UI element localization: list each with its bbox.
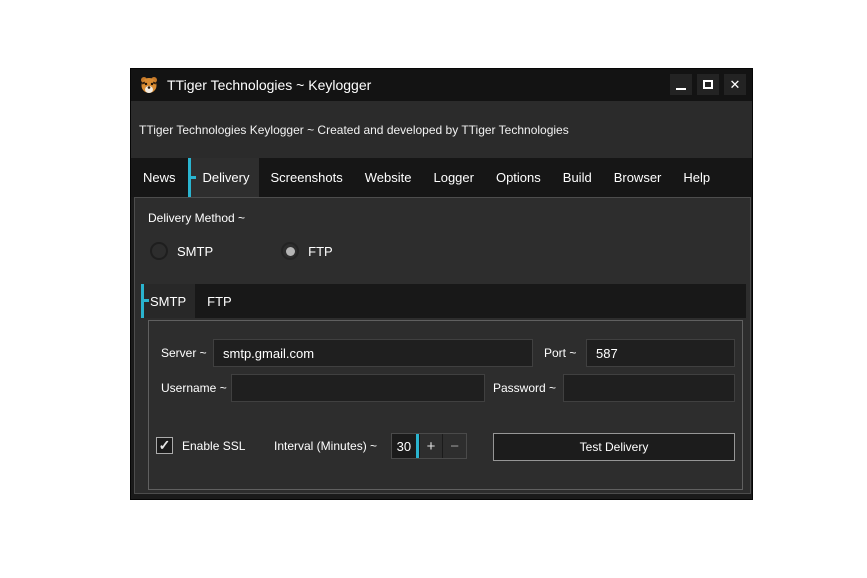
close-icon: ✕ — [730, 78, 741, 91]
username-input[interactable] — [231, 374, 485, 402]
tab-options[interactable]: Options — [485, 158, 552, 197]
interval-increment-button[interactable]: + — [420, 434, 443, 458]
enable-ssl-checkbox[interactable]: ✓ — [156, 437, 173, 454]
tab-help[interactable]: Help — [672, 158, 721, 197]
username-label: Username ~ — [161, 374, 227, 402]
main-tab-strip: News Delivery Screenshots Website Logger… — [131, 158, 752, 197]
window-title: TTiger Technologies ~ Keylogger — [167, 77, 371, 93]
tab-website[interactable]: Website — [354, 158, 423, 197]
interval-decrement-button[interactable]: − — [443, 434, 466, 458]
app-window: TTiger Technologies ~ Keylogger ✕ TTiger… — [130, 68, 753, 500]
window-controls: ✕ — [670, 74, 746, 95]
stepper-accent-divider — [416, 434, 419, 458]
check-icon: ✓ — [159, 438, 171, 452]
smtp-settings-panel: Server ~ Port ~ Username ~ Password ~ ✓ … — [148, 320, 743, 490]
server-input[interactable] — [213, 339, 533, 367]
interval-stepper: 30 + − — [391, 433, 467, 459]
delivery-method-label: Delivery Method ~ — [148, 211, 245, 225]
app-subtitle: TTiger Technologies Keylogger ~ Created … — [139, 123, 569, 137]
tab-logger[interactable]: Logger — [422, 158, 484, 197]
tab-build[interactable]: Build — [552, 158, 603, 197]
radio-ftp-circle — [281, 242, 299, 260]
tab-screenshots[interactable]: Screenshots — [259, 158, 353, 197]
maximize-icon — [703, 80, 713, 89]
radio-ftp-label: FTP — [308, 244, 333, 259]
tab-delivery[interactable]: Delivery — [188, 158, 260, 197]
interval-value: 30 — [392, 434, 416, 458]
interval-label: Interval (Minutes) ~ — [274, 432, 377, 460]
enable-ssl-label: Enable SSL — [182, 432, 245, 460]
delivery-method-radios: SMTP FTP — [150, 240, 333, 262]
password-label: Password ~ — [493, 374, 556, 402]
port-label: Port ~ — [544, 339, 576, 367]
server-label: Server ~ — [161, 339, 207, 367]
tiger-app-icon — [140, 76, 158, 94]
radio-smtp-circle — [150, 242, 168, 260]
radio-ftp-dot — [286, 247, 295, 256]
test-delivery-button[interactable]: Test Delivery — [493, 433, 735, 461]
delivery-tab-page: Delivery Method ~ SMTP FTP SMTP FTP Serv… — [134, 197, 751, 494]
close-button[interactable]: ✕ — [724, 74, 746, 95]
password-input[interactable] — [563, 374, 735, 402]
subtitle-bar: TTiger Technologies Keylogger ~ Created … — [131, 101, 752, 158]
delivery-sub-tab-strip: SMTP FTP — [141, 284, 746, 318]
subtab-ftp[interactable]: FTP — [195, 284, 244, 318]
radio-ftp[interactable]: FTP — [281, 242, 333, 260]
title-bar[interactable]: TTiger Technologies ~ Keylogger ✕ — [131, 69, 752, 101]
radio-smtp-label: SMTP — [177, 244, 213, 259]
minimize-icon — [676, 88, 686, 90]
subtab-smtp[interactable]: SMTP — [141, 284, 195, 318]
radio-smtp[interactable]: SMTP — [150, 242, 213, 260]
maximize-button[interactable] — [697, 74, 719, 95]
tab-news[interactable]: News — [131, 158, 188, 197]
port-input[interactable] — [586, 339, 735, 367]
tab-browser[interactable]: Browser — [603, 158, 673, 197]
minimize-button[interactable] — [670, 74, 692, 95]
